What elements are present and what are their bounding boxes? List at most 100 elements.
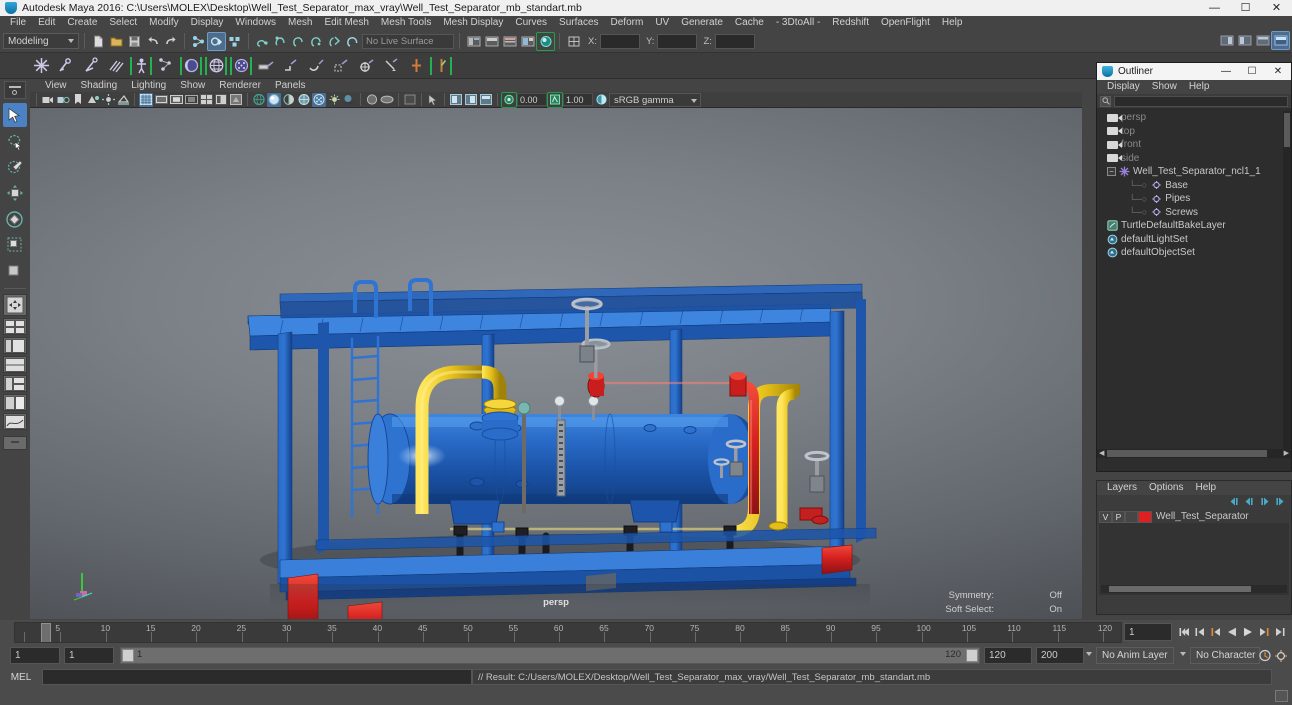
use-all-lights-icon[interactable] bbox=[327, 93, 341, 107]
layer-color-swatch[interactable] bbox=[1138, 511, 1152, 523]
expand-collapse-toggle[interactable]: − bbox=[1107, 167, 1116, 176]
outliner-item-defaultobjectset[interactable]: defaultObjectSet bbox=[1097, 246, 1291, 260]
wireframe-on-shaded-icon[interactable] bbox=[297, 93, 311, 107]
copy-weights-icon[interactable] bbox=[305, 55, 327, 77]
menu-modify[interactable]: Modify bbox=[143, 16, 184, 30]
range-start-handle[interactable] bbox=[122, 649, 134, 662]
snap-to-curve-icon[interactable] bbox=[272, 33, 289, 50]
undo-icon[interactable] bbox=[144, 33, 161, 50]
scroll-left-icon[interactable]: ◀ bbox=[1099, 449, 1104, 457]
exposure-icon[interactable] bbox=[214, 93, 228, 107]
color-space-selector[interactable]: sRGB gamma bbox=[609, 93, 701, 107]
select-by-component-type-icon[interactable] bbox=[226, 33, 243, 50]
attribute-editor-icon[interactable] bbox=[465, 33, 482, 50]
saved-layouts[interactable] bbox=[3, 436, 27, 450]
smooth-shade-all-icon[interactable] bbox=[267, 93, 281, 107]
character-set-selector[interactable]: No Character Set bbox=[1190, 647, 1260, 664]
search-icon[interactable] bbox=[1100, 96, 1111, 107]
anim-layer-selector[interactable]: No Anim Layer bbox=[1096, 647, 1174, 664]
exposure-control-icon[interactable] bbox=[502, 93, 516, 107]
smooth-bind-icon[interactable] bbox=[180, 55, 202, 77]
film-origin-icon[interactable] bbox=[199, 93, 213, 107]
menu-file[interactable]: File bbox=[4, 16, 32, 30]
scale-tool[interactable] bbox=[3, 233, 27, 257]
play-backwards-icon[interactable] bbox=[1226, 623, 1238, 641]
layer-next-icon[interactable] bbox=[1259, 497, 1270, 506]
layer-prev-icon[interactable] bbox=[1244, 497, 1255, 506]
go-to-start-icon[interactable] bbox=[1178, 623, 1190, 641]
transform-fields-toggle-icon[interactable] bbox=[565, 33, 582, 50]
outliner-item-defaultlightset[interactable]: defaultLightSet bbox=[1097, 233, 1291, 247]
menu-set-selector[interactable]: Modeling bbox=[3, 33, 79, 49]
outliner-menu-show[interactable]: Show bbox=[1146, 80, 1183, 94]
layer-list[interactable]: VPWell_Test_Separator bbox=[1099, 510, 1289, 595]
snap-to-point-icon[interactable] bbox=[290, 33, 307, 50]
ao-icon[interactable] bbox=[365, 93, 379, 107]
image-plane-icon[interactable] bbox=[86, 93, 100, 107]
outliner-item-base[interactable]: └─○Base bbox=[1097, 179, 1291, 193]
outliner-menu-help[interactable]: Help bbox=[1183, 80, 1216, 94]
menu-select[interactable]: Select bbox=[103, 16, 143, 30]
make-live-icon[interactable] bbox=[344, 33, 361, 50]
gate-mask-icon[interactable] bbox=[184, 93, 198, 107]
layer-last-icon[interactable] bbox=[1274, 497, 1285, 506]
outliner-persp-layout[interactable] bbox=[3, 394, 27, 411]
detach-skin-icon[interactable] bbox=[230, 55, 252, 77]
menu-deform[interactable]: Deform bbox=[605, 16, 650, 30]
motion-blur-icon[interactable] bbox=[380, 93, 394, 107]
move-tool[interactable] bbox=[3, 181, 27, 205]
textured-icon[interactable] bbox=[312, 93, 326, 107]
isolate-select-icon[interactable] bbox=[403, 93, 417, 107]
menu-generate[interactable]: Generate bbox=[675, 16, 729, 30]
render-view-icon[interactable] bbox=[537, 33, 554, 50]
playback-range-bar[interactable]: 1 120 bbox=[120, 647, 980, 664]
panel-menu-lighting[interactable]: Lighting bbox=[124, 79, 173, 92]
snap-to-grid-icon[interactable] bbox=[254, 33, 271, 50]
menu-curves[interactable]: Curves bbox=[509, 16, 553, 30]
open-scene-icon[interactable] bbox=[108, 33, 125, 50]
layer-playback-toggle[interactable]: P bbox=[1112, 511, 1125, 523]
camera-attributes-icon[interactable] bbox=[56, 93, 70, 107]
outliner-tree[interactable]: persptopfrontside−Well_Test_Separator_nc… bbox=[1097, 108, 1291, 449]
two-sided-lighting-icon[interactable] bbox=[101, 93, 115, 107]
interactive-bind-icon[interactable] bbox=[205, 55, 227, 77]
lasso-select-tool[interactable] bbox=[3, 129, 27, 153]
paint-weights-icon[interactable] bbox=[255, 55, 277, 77]
outliner-item-side[interactable]: side bbox=[1097, 152, 1291, 166]
scrollbar-thumb[interactable] bbox=[1109, 586, 1251, 592]
menu-mesh-tools[interactable]: Mesh Tools bbox=[375, 16, 437, 30]
joint-tool-icon[interactable] bbox=[30, 55, 52, 77]
x-ray-icon[interactable] bbox=[229, 93, 243, 107]
step-back-key-icon[interactable] bbox=[1194, 623, 1206, 641]
four-view-layout[interactable] bbox=[3, 318, 27, 335]
panel-menu-panels[interactable]: Panels bbox=[268, 79, 313, 92]
grid-toggle-icon[interactable] bbox=[139, 93, 153, 107]
redo-icon[interactable] bbox=[162, 33, 179, 50]
range-start-field[interactable]: 1 bbox=[64, 647, 114, 664]
scrollbar-thumb[interactable] bbox=[1107, 450, 1267, 457]
auto-keyframe-icon[interactable] bbox=[1258, 649, 1272, 662]
color-management-icon[interactable] bbox=[594, 93, 608, 107]
layer-first-icon[interactable] bbox=[1229, 497, 1240, 506]
outliner-minimize-button[interactable]: — bbox=[1213, 63, 1239, 80]
rotate-tool[interactable] bbox=[3, 207, 27, 231]
ik-multi-chain-icon[interactable] bbox=[105, 55, 127, 77]
panel-layout-icon-c[interactable] bbox=[479, 93, 493, 107]
flat-shade-icon[interactable] bbox=[282, 93, 296, 107]
outliner-horizontal-scrollbar[interactable]: ◀ ▶ bbox=[1097, 449, 1291, 458]
mirror-weights-icon[interactable] bbox=[280, 55, 302, 77]
menu-edit-mesh[interactable]: Edit Mesh bbox=[318, 16, 374, 30]
xray-joints-icon[interactable] bbox=[426, 93, 440, 107]
resolution-gate-icon[interactable] bbox=[169, 93, 183, 107]
shadow-icon[interactable] bbox=[342, 93, 356, 107]
perspective-viewport[interactable]: persp Symmetry: Off Soft Select: On bbox=[30, 108, 1082, 619]
menu-help[interactable]: Help bbox=[936, 16, 969, 30]
layers-menu-layers[interactable]: Layers bbox=[1101, 481, 1143, 495]
panel-menu-shading[interactable]: Shading bbox=[74, 79, 125, 92]
show-hide-layer-editor-icon[interactable] bbox=[1272, 32, 1289, 49]
paint-select-tool[interactable] bbox=[3, 155, 27, 179]
outliner-item-front[interactable]: front bbox=[1097, 138, 1291, 152]
wireframe-shaded-icon[interactable] bbox=[252, 93, 266, 107]
layers-menu-help[interactable]: Help bbox=[1189, 481, 1222, 495]
bind-pose-icon[interactable] bbox=[430, 55, 452, 77]
